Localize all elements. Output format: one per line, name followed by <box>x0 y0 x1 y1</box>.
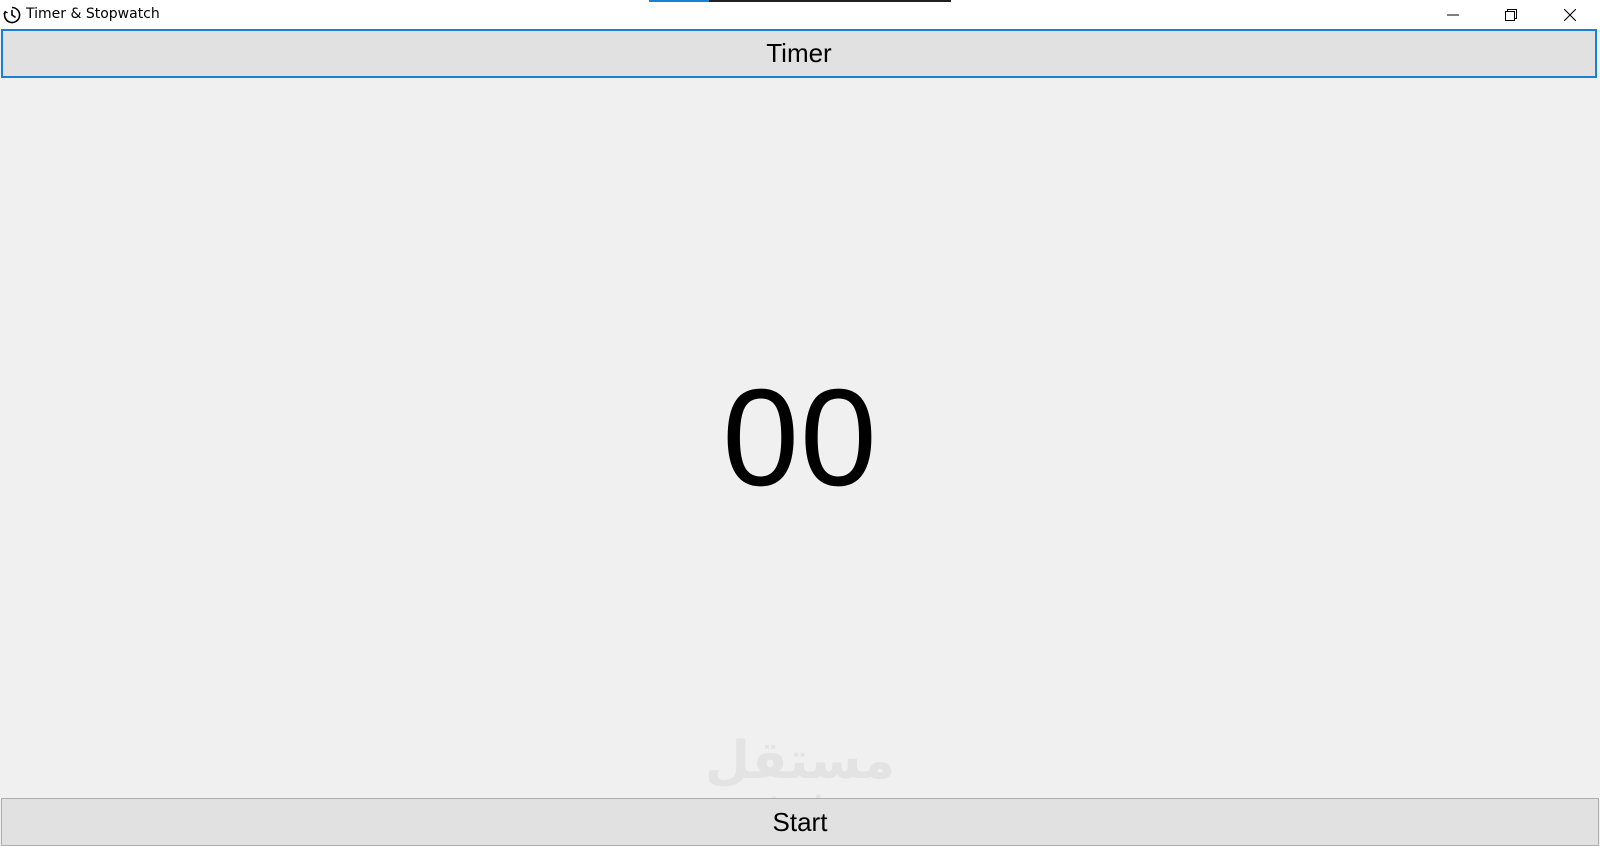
loading-progress-fill <box>649 0 710 2</box>
window-title: Timer & Stopwatch <box>26 6 160 22</box>
title-bar[interactable]: Timer & Stopwatch <box>0 0 1600 29</box>
timer-icon <box>2 5 22 25</box>
close-button[interactable] <box>1541 0 1599 29</box>
close-icon <box>1564 8 1576 21</box>
minimize-icon <box>1447 9 1459 21</box>
loading-progress-bar <box>649 0 951 2</box>
restore-button[interactable] <box>1482 0 1540 29</box>
app-window: Timer & Stopwatch Timer 00 مستقل Start <box>0 0 1600 846</box>
restore-icon <box>1505 8 1517 21</box>
timer-mode-button[interactable]: Timer <box>1 29 1597 78</box>
timer-display: 00 <box>722 361 878 515</box>
start-button[interactable]: Start <box>1 798 1599 846</box>
minimize-button[interactable] <box>1424 0 1482 29</box>
start-button-label: Start <box>772 806 828 837</box>
svg-text:مستقل: مستقل <box>705 732 895 791</box>
